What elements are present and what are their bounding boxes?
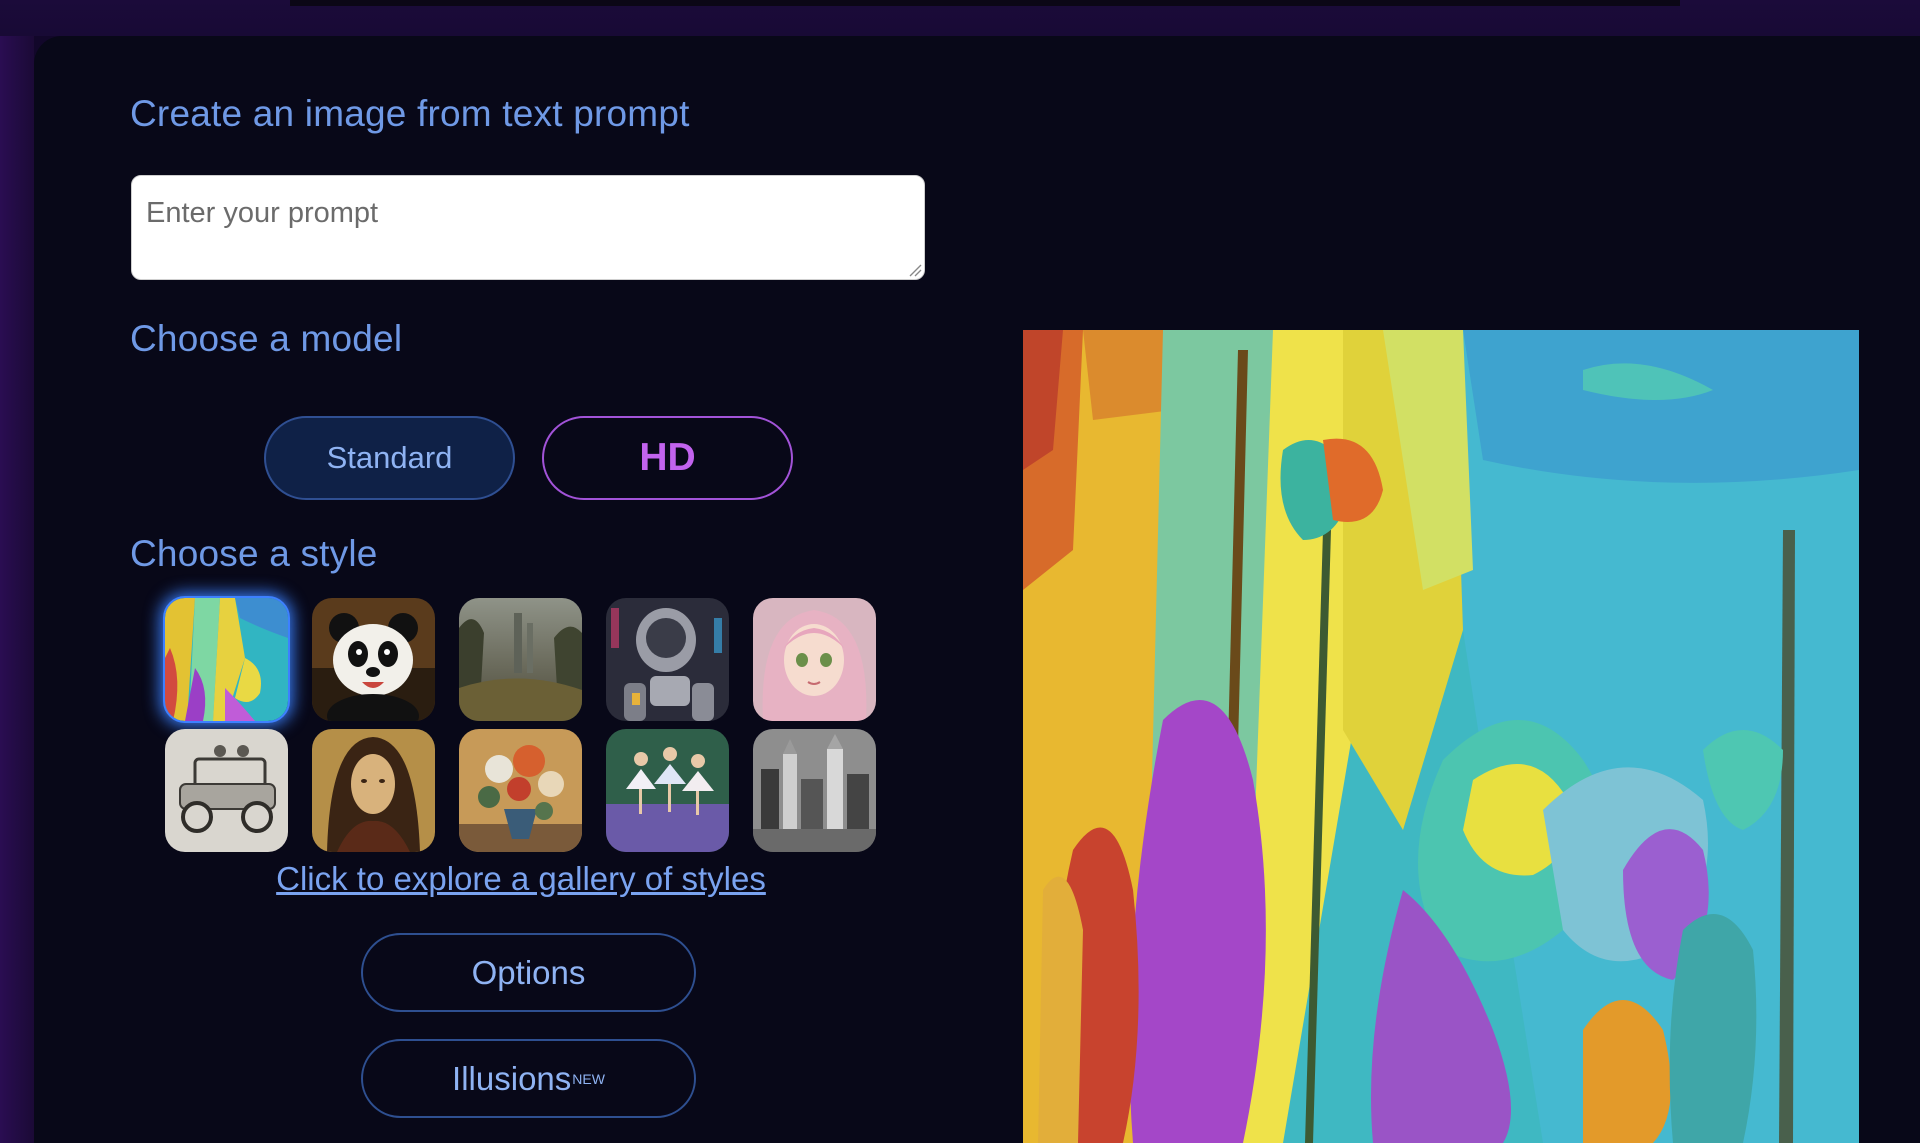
prompt-input[interactable]: [144, 196, 916, 231]
style-anime-girl[interactable]: [753, 598, 876, 721]
prompt-field[interactable]: [131, 175, 925, 280]
renaissance-portrait-thumbnail-icon: [312, 729, 435, 852]
options-button[interactable]: Options: [361, 933, 696, 1012]
vintage-car-sketch-thumbnail-icon: [165, 729, 288, 852]
new-badge: NEW: [572, 1070, 605, 1087]
flower-still-life-thumbnail-icon: [459, 729, 582, 852]
landscape-thumbnail-icon: [459, 598, 582, 721]
style-city-sketch[interactable]: [753, 729, 876, 852]
robot-thumbnail-icon: [606, 598, 729, 721]
ballet-dancers-thumbnail-icon: [606, 729, 729, 852]
style-renaissance-portrait[interactable]: [312, 729, 435, 852]
abstract-painting-thumbnail-icon: [165, 598, 288, 721]
panda-thumbnail-icon: [312, 598, 435, 721]
gallery-link[interactable]: Click to explore a gallery of styles: [265, 860, 777, 898]
top-strip: [0, 0, 1920, 36]
options-label: Options: [471, 953, 586, 991]
top-bar: [290, 0, 1680, 6]
style-abstract-painting[interactable]: [163, 596, 290, 723]
illusions-label: Illusions: [452, 1059, 572, 1097]
style-misty-landscape[interactable]: [459, 598, 582, 721]
prompt-heading: Create an image from text prompt: [130, 93, 690, 134]
model-standard-button[interactable]: Standard: [264, 416, 515, 500]
model-heading: Choose a model: [130, 318, 403, 359]
city-sketch-thumbnail-icon: [753, 729, 876, 852]
generated-image-preview-icon: [1023, 330, 1859, 1143]
style-heading: Choose a style: [130, 533, 378, 574]
model-hd-button[interactable]: HD: [542, 416, 793, 500]
style-panda-cartoon[interactable]: [312, 598, 435, 721]
left-edge: [0, 36, 34, 1143]
style-cyborg-robot[interactable]: [606, 598, 729, 721]
style-flower-still-life[interactable]: [459, 729, 582, 852]
generated-image: [1023, 330, 1859, 1143]
style-ballet-dancers[interactable]: [606, 729, 729, 852]
style-grid: [163, 596, 876, 852]
style-pencil-sketch-vintage-car[interactable]: [165, 729, 288, 852]
resize-handle-icon[interactable]: [908, 263, 922, 277]
anime-girl-thumbnail-icon: [753, 598, 876, 721]
illusions-button[interactable]: Illusions NEW: [361, 1039, 696, 1118]
